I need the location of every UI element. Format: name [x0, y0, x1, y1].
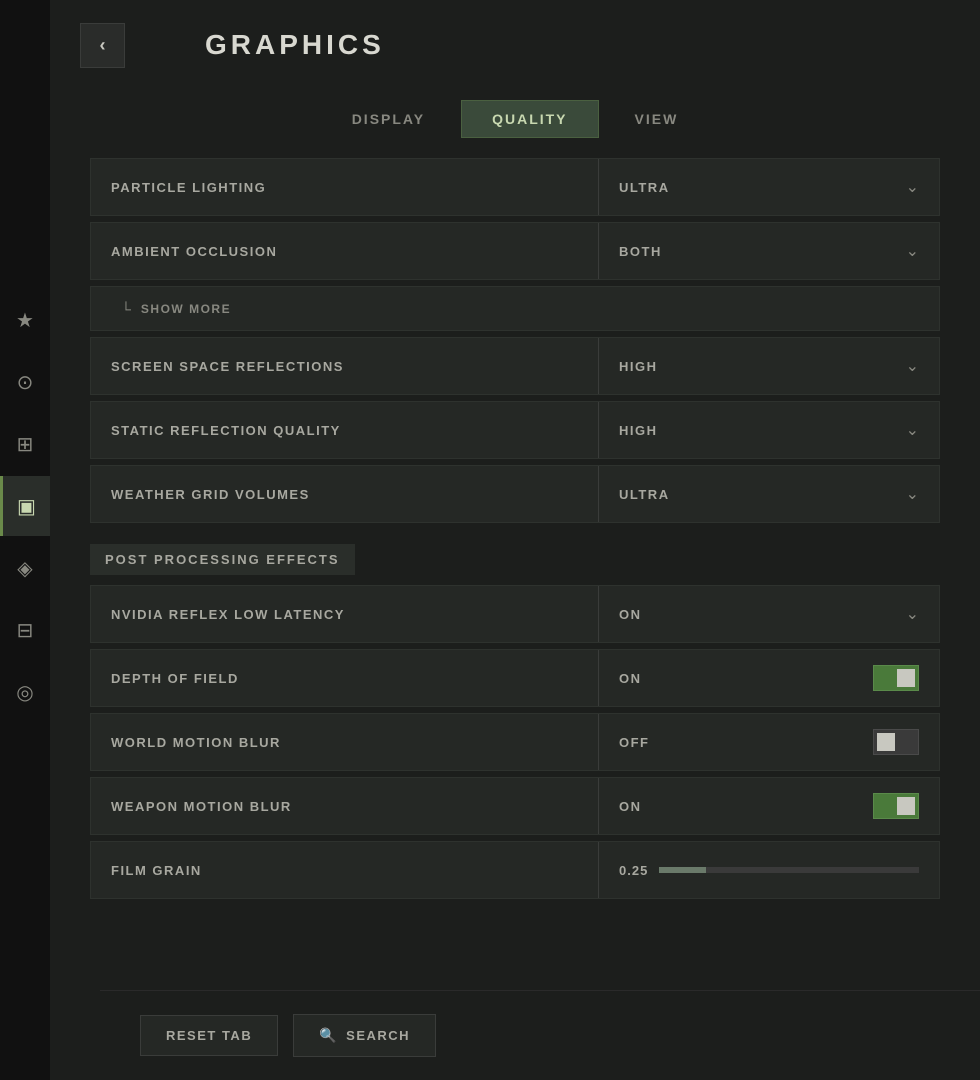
particle-lighting-label: PARTICLE LIGHTING	[91, 180, 598, 195]
network-icon: ◎	[16, 680, 33, 705]
screen-space-reflections-label: SCREEN SPACE REFLECTIONS	[91, 359, 598, 374]
film-grain-value: 0.25	[619, 863, 654, 878]
chevron-down-icon: ⌄	[906, 356, 919, 376]
chevron-down-icon: ⌄	[906, 420, 919, 440]
chevron-down-icon: ⌄	[906, 604, 919, 624]
setting-film-grain[interactable]: FILM GRAIN 0.25	[90, 841, 940, 899]
post-processing-label: POST PROCESSING EFFECTS	[90, 544, 355, 575]
screen-space-reflections-value-container: HIGH ⌄	[599, 338, 939, 394]
tabs-container: DISPLAY QUALITY VIEW	[50, 90, 980, 158]
header: ‹ GRAPHICS	[50, 0, 980, 90]
film-grain-slider-fill	[659, 867, 706, 873]
chevron-down-icon: ⌄	[906, 241, 919, 261]
setting-ambient-occlusion[interactable]: AMBIENT OCCLUSION BOTH ⌄	[90, 222, 940, 280]
ambient-occlusion-value: BOTH	[619, 244, 662, 259]
sidebar-item-network[interactable]: ◎	[0, 662, 50, 722]
film-grain-value-container: 0.25	[599, 842, 939, 898]
search-button[interactable]: 🔍 SEARCH	[293, 1014, 436, 1057]
tab-quality[interactable]: QUALITY	[461, 100, 598, 138]
sidebar-item-controller[interactable]: ⊞	[0, 414, 50, 474]
world-motion-blur-value-container: OFF	[599, 714, 939, 770]
chevron-down-icon: ⌄	[906, 484, 919, 504]
sidebar: ★ ⊙ ⊞ ▣ ◈ ⊟ ◎	[0, 0, 50, 1080]
depth-of-field-label: DEPTH OF FIELD	[91, 671, 598, 686]
static-reflection-quality-value: HIGH	[619, 423, 658, 438]
particle-lighting-value-container: ULTRA ⌄	[599, 159, 939, 215]
setting-nvidia-reflex[interactable]: NVIDIA REFLEX LOW LATENCY ON ⌄	[90, 585, 940, 643]
search-label: SEARCH	[346, 1028, 410, 1043]
reset-tab-button[interactable]: RESET TAB	[140, 1015, 278, 1056]
sidebar-item-audio[interactable]: ◈	[0, 538, 50, 598]
particle-lighting-value: ULTRA	[619, 180, 670, 195]
weapon-motion-blur-label: WEAPON MOTION BLUR	[91, 799, 598, 814]
weapon-motion-blur-value-container: ON	[599, 778, 939, 834]
toggle-knob	[897, 797, 915, 815]
world-motion-blur-value: OFF	[619, 735, 650, 750]
nvidia-reflex-value: ON	[619, 607, 642, 622]
depth-of-field-value: ON	[619, 671, 642, 686]
static-reflection-quality-value-container: HIGH ⌄	[599, 402, 939, 458]
ambient-occlusion-value-container: BOTH ⌄	[599, 223, 939, 279]
page-title: GRAPHICS	[205, 29, 385, 61]
ambient-occlusion-label: AMBIENT OCCLUSION	[91, 244, 598, 259]
nvidia-reflex-label: NVIDIA REFLEX LOW LATENCY	[91, 607, 598, 622]
world-motion-blur-toggle[interactable]	[873, 729, 919, 755]
main-content: ‹ GRAPHICS DISPLAY QUALITY VIEW PARTICLE…	[50, 0, 980, 1080]
favorites-icon: ★	[16, 308, 34, 333]
graphics-icon: ▣	[17, 494, 36, 519]
mouse-icon: ⊙	[17, 370, 34, 395]
back-icon: ‹	[100, 35, 106, 56]
hud-icon: ⊟	[17, 618, 34, 643]
audio-icon: ◈	[17, 556, 32, 581]
sidebar-item-graphics[interactable]: ▣	[0, 476, 50, 536]
chevron-down-icon: ⌄	[906, 177, 919, 197]
show-more-icon: └	[121, 301, 131, 317]
tab-view[interactable]: VIEW	[604, 100, 710, 138]
setting-static-reflection-quality[interactable]: STATIC REFLECTION QUALITY HIGH ⌄	[90, 401, 940, 459]
back-button[interactable]: ‹	[80, 23, 125, 68]
search-icon: 🔍	[319, 1027, 338, 1044]
static-reflection-quality-label: STATIC REFLECTION QUALITY	[91, 423, 598, 438]
sidebar-item-mouse[interactable]: ⊙	[0, 352, 50, 412]
sidebar-item-favorites[interactable]: ★	[0, 290, 50, 350]
setting-particle-lighting[interactable]: PARTICLE LIGHTING ULTRA ⌄	[90, 158, 940, 216]
sidebar-item-hud[interactable]: ⊟	[0, 600, 50, 660]
setting-weapon-motion-blur[interactable]: WEAPON MOTION BLUR ON	[90, 777, 940, 835]
bottom-bar: RESET TAB 🔍 SEARCH	[100, 990, 980, 1080]
toggle-knob	[897, 669, 915, 687]
film-grain-slider-track[interactable]	[659, 867, 919, 873]
weapon-motion-blur-toggle[interactable]	[873, 793, 919, 819]
post-processing-section-header: POST PROCESSING EFFECTS	[90, 529, 940, 585]
toggle-knob	[877, 733, 895, 751]
show-more-label: SHOW MORE	[141, 302, 231, 316]
film-grain-label: FILM GRAIN	[91, 863, 598, 878]
world-motion-blur-label: WORLD MOTION BLUR	[91, 735, 598, 750]
tab-display[interactable]: DISPLAY	[321, 100, 456, 138]
setting-world-motion-blur[interactable]: WORLD MOTION BLUR OFF	[90, 713, 940, 771]
weapon-motion-blur-value: ON	[619, 799, 642, 814]
depth-of-field-toggle[interactable]	[873, 665, 919, 691]
weather-grid-volumes-value-container: ULTRA ⌄	[599, 466, 939, 522]
nvidia-reflex-value-container: ON ⌄	[599, 586, 939, 642]
weather-grid-volumes-value: ULTRA	[619, 487, 670, 502]
setting-depth-of-field[interactable]: DEPTH OF FIELD ON	[90, 649, 940, 707]
controller-icon: ⊞	[17, 432, 34, 457]
setting-screen-space-reflections[interactable]: SCREEN SPACE REFLECTIONS HIGH ⌄	[90, 337, 940, 395]
show-more-row[interactable]: └ SHOW MORE	[90, 286, 940, 331]
screen-space-reflections-value: HIGH	[619, 359, 658, 374]
depth-of-field-value-container: ON	[599, 650, 939, 706]
setting-weather-grid-volumes[interactable]: WEATHER GRID VOLUMES ULTRA ⌄	[90, 465, 940, 523]
settings-container: PARTICLE LIGHTING ULTRA ⌄ AMBIENT OCCLUS…	[50, 158, 980, 988]
weather-grid-volumes-label: WEATHER GRID VOLUMES	[91, 487, 598, 502]
